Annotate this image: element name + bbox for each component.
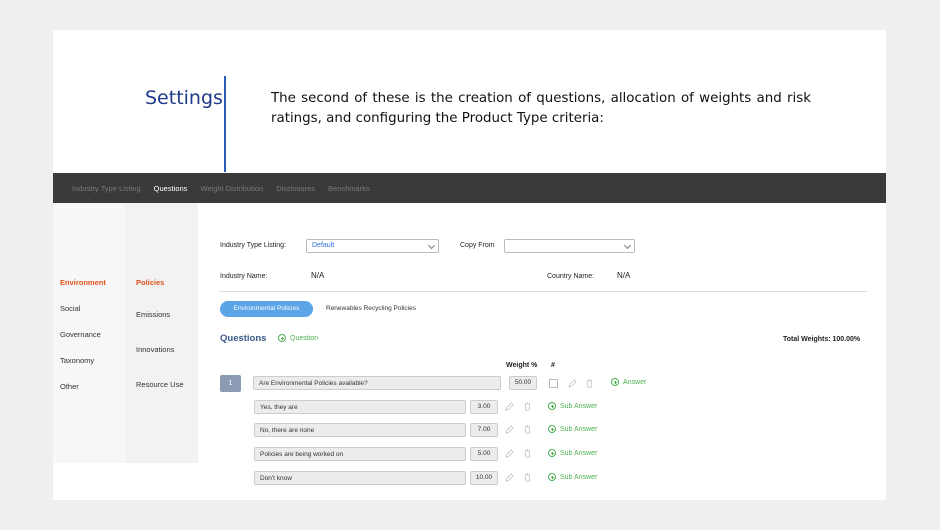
answer-weight-field[interactable]: 3.00 (470, 400, 498, 414)
hash-column-header: # (551, 362, 555, 369)
industry-name-label: Industry Name: (220, 273, 268, 280)
copy-from-select[interactable] (504, 239, 635, 253)
nav-tab-questions[interactable]: Questions (154, 184, 188, 193)
answer-text-field[interactable]: Don't know (254, 471, 466, 485)
category-governance[interactable]: Governance (60, 330, 101, 339)
weight-column-header: Weight % (506, 362, 538, 369)
add-question-label: Question (290, 334, 319, 342)
question-weight-field[interactable]: 50.00 (509, 376, 537, 390)
slide: Settings The second of these is the crea… (53, 30, 886, 500)
add-circle-icon (548, 473, 556, 481)
subcategory-innovations[interactable]: Innovations (136, 345, 174, 354)
category-other[interactable]: Other (60, 382, 79, 391)
add-circle-icon (548, 425, 556, 433)
questions-heading: Questions (220, 333, 267, 344)
add-circle-icon (548, 402, 556, 410)
category-environment[interactable]: Environment (60, 278, 106, 287)
category-taxonomy[interactable]: Taxonomy (60, 356, 94, 365)
add-sub-answer-label: Sub Answer (560, 449, 598, 457)
add-circle-icon (278, 334, 286, 342)
add-sub-answer-label: Sub Answer (560, 473, 598, 481)
category-social[interactable]: Social (60, 304, 80, 313)
trash-icon[interactable] (585, 379, 594, 388)
question-text-field[interactable]: Are Environmental Policies available? (253, 376, 501, 390)
slide-title: Settings (145, 87, 223, 109)
add-question-button[interactable]: Question (278, 334, 318, 342)
add-sub-answer-button[interactable]: Sub Answer (548, 425, 597, 433)
industry-type-select[interactable]: Default (306, 239, 439, 253)
industry-name-value: N/A (311, 271, 325, 280)
add-answer-label: Answer (623, 378, 647, 386)
nav-tab-weight-distribution[interactable]: Weight Distribution (200, 184, 263, 193)
nav-tab-disclosures[interactable]: Disclosures (276, 184, 315, 193)
nav-tab-industry-type-listing[interactable]: Industry Type Listing (72, 184, 141, 193)
trash-icon[interactable] (523, 449, 532, 458)
add-circle-icon (548, 449, 556, 457)
subcategory-resource-use[interactable]: Resource Use (136, 380, 184, 389)
add-sub-answer-button[interactable]: Sub Answer (548, 402, 597, 410)
edit-pencil-icon[interactable] (505, 449, 514, 458)
question-number: 1 (220, 375, 241, 392)
industry-type-label: Industry Type Listing: (220, 242, 287, 249)
question-checkbox[interactable] (549, 379, 558, 388)
edit-pencil-icon[interactable] (568, 379, 577, 388)
answer-text-field[interactable]: Policies are being worked on (254, 447, 466, 461)
tab-renewables-recycling-policies[interactable]: Renewables Recycling Policies (326, 305, 416, 312)
trash-icon[interactable] (523, 425, 532, 434)
answer-weight-field[interactable]: 5.00 (470, 447, 498, 461)
answer-weight-field[interactable]: 7.00 (470, 423, 498, 437)
copy-from-label: Copy From (460, 242, 495, 249)
add-circle-icon (611, 378, 619, 386)
answer-weight-field[interactable]: 10.00 (470, 471, 498, 485)
add-sub-answer-label: Sub Answer (560, 402, 598, 410)
subcategory-emissions[interactable]: Emissions (136, 310, 170, 319)
app-panel: Environment Social Governance Taxonomy O… (53, 203, 886, 500)
edit-pencil-icon[interactable] (505, 425, 514, 434)
industry-type-value: Default (312, 242, 335, 249)
nav-tab-benchmarks[interactable]: Benchmarks (328, 184, 370, 193)
edit-pencil-icon[interactable] (505, 473, 514, 482)
divider (219, 291, 867, 292)
chevron-down-icon (427, 241, 436, 250)
country-name-value: N/A (617, 271, 631, 280)
add-sub-answer-button[interactable]: Sub Answer (548, 473, 597, 481)
answer-text-field[interactable]: Yes, they are (254, 400, 466, 414)
subcategory-sidebar: Policies Emissions Innovations Resource … (125, 203, 198, 463)
title-divider (224, 76, 226, 172)
edit-pencil-icon[interactable] (505, 402, 514, 411)
add-sub-answer-label: Sub Answer (560, 425, 598, 433)
category-sidebar: Environment Social Governance Taxonomy O… (53, 203, 125, 463)
slide-description: The second of these is the creation of q… (271, 91, 811, 126)
tab-environmental-policies[interactable]: Environmental Policies (220, 301, 313, 317)
total-weights: Total Weights: 100.00% (783, 336, 861, 343)
top-nav-bar: Industry Type Listing Questions Weight D… (53, 173, 886, 203)
trash-icon[interactable] (523, 473, 532, 482)
country-name-label: Country Name: (547, 273, 595, 280)
trash-icon[interactable] (523, 402, 532, 411)
add-answer-button[interactable]: Answer (611, 378, 646, 386)
answer-text-field[interactable]: No, there are none (254, 423, 466, 437)
subcategory-policies[interactable]: Policies (136, 278, 164, 287)
add-sub-answer-button[interactable]: Sub Answer (548, 449, 597, 457)
chevron-down-icon (623, 241, 632, 250)
